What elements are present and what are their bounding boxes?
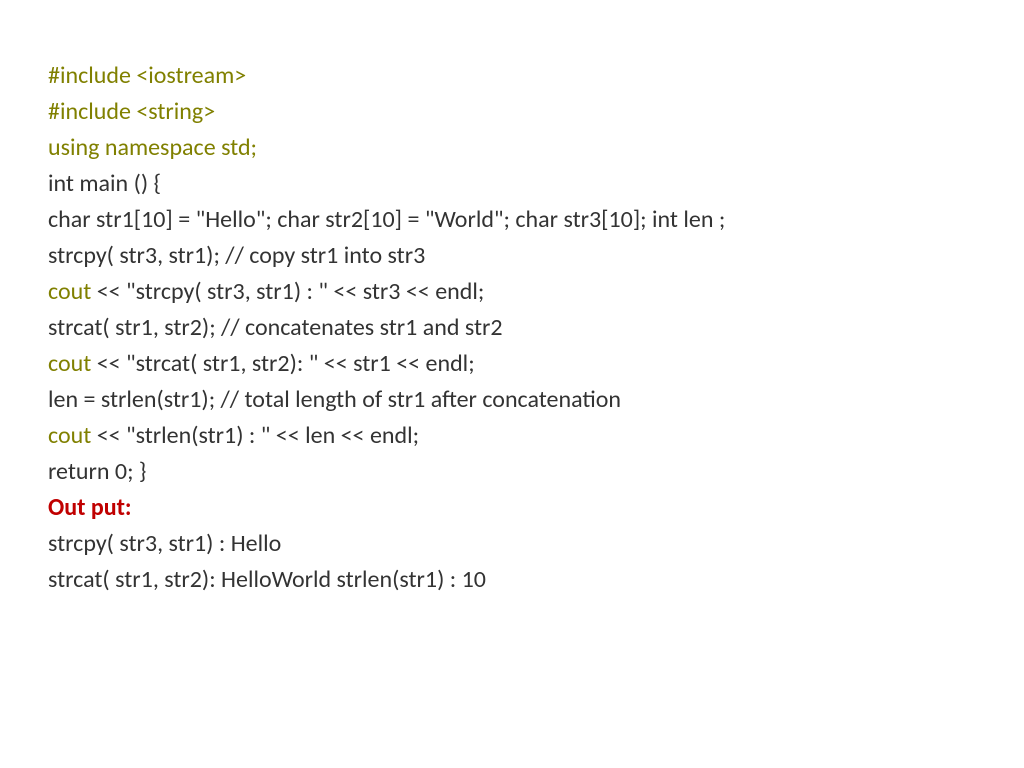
code-declarations: char str1[10] = "Hello"; char str2[10] =… xyxy=(48,202,976,238)
code-include-2: #include <string> xyxy=(48,94,976,130)
output-line-1: strcpy( str3, str1) : Hello xyxy=(48,526,976,562)
code-cout-strcat: cout << "strcat( str1, str2): " << str1 … xyxy=(48,346,976,382)
code-strlen: len = strlen(str1); // total length of s… xyxy=(48,382,976,418)
cout-rest-2: << "strcat( str1, str2): " << str1 << en… xyxy=(91,349,474,378)
code-strcat: strcat( str1, str2); // concatenates str… xyxy=(48,310,976,346)
code-include-1: #include <iostream> xyxy=(48,58,976,94)
code-using-namespace: using namespace std; xyxy=(48,130,976,166)
code-cout-strcpy: cout << "strcpy( str3, str1) : " << str3… xyxy=(48,274,976,310)
slide-content: #include <iostream> #include <string> us… xyxy=(0,0,1024,598)
code-main-decl: int main () { xyxy=(48,166,976,202)
output-label: Out put: xyxy=(48,490,976,526)
cout-rest-1: << "strcpy( str3, str1) : " << str3 << e… xyxy=(91,277,484,306)
code-cout-strlen: cout << "strlen(str1) : " << len << endl… xyxy=(48,418,976,454)
code-strcpy: strcpy( str3, str1); // copy str1 into s… xyxy=(48,238,976,274)
output-line-2: strcat( str1, str2): HelloWorld strlen(s… xyxy=(48,562,976,598)
cout-rest-3: << "strlen(str1) : " << len << endl; xyxy=(91,421,419,450)
code-return: return 0; } xyxy=(48,454,976,490)
cout-keyword-1: cout xyxy=(48,277,91,306)
cout-keyword-2: cout xyxy=(48,349,91,378)
cout-keyword-3: cout xyxy=(48,421,91,450)
